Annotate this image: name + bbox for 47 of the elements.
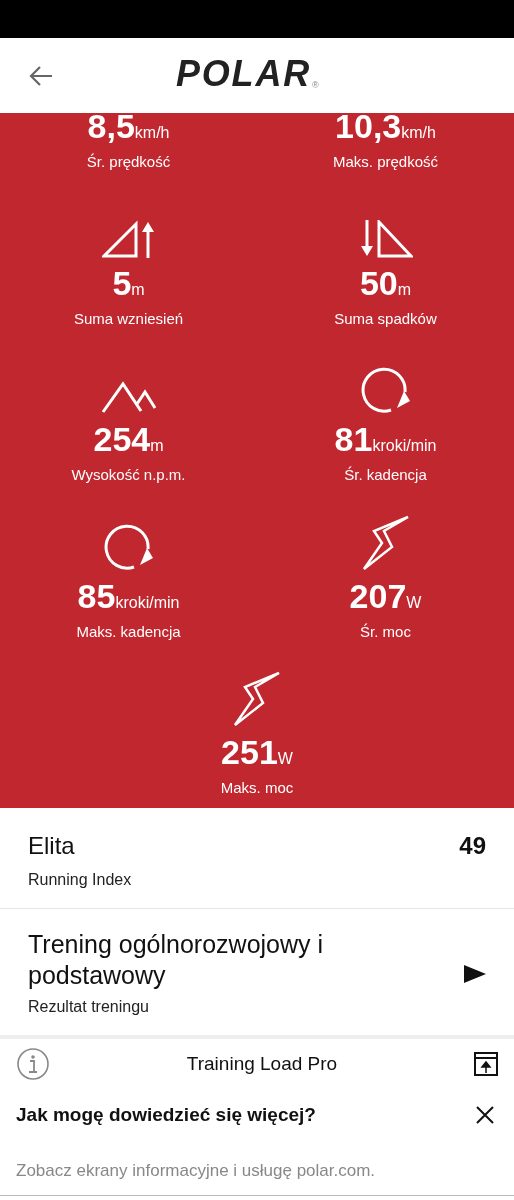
row-value: 49 bbox=[459, 831, 486, 861]
row-subtitle: Running Index bbox=[28, 870, 132, 890]
stat-label: Wysokość n.p.m. bbox=[71, 465, 186, 485]
stat-value: 251 bbox=[221, 735, 278, 769]
stat-unit: m bbox=[397, 281, 412, 298]
stat-value: 5 bbox=[112, 265, 132, 300]
row-title: Elita bbox=[28, 831, 76, 861]
stat-value: 8,5 bbox=[87, 113, 135, 143]
card-text: Zobacz ekrany informacyjne i usługę polar.com. bbox=[16, 1160, 376, 1180]
lightning-icon bbox=[361, 514, 410, 571]
upload-icon[interactable] bbox=[474, 1052, 498, 1076]
registered-mark: ® bbox=[312, 78, 319, 92]
mountain-icon bbox=[100, 380, 157, 414]
stat-value: 81 bbox=[334, 422, 373, 456]
stat-label: Suma spadków bbox=[334, 308, 437, 329]
stat-label: Śr. prędkość bbox=[86, 152, 171, 172]
stat-label: Maks. moc bbox=[220, 778, 294, 798]
stat-label: Maks. prędkość bbox=[332, 152, 438, 172]
info-icon[interactable] bbox=[16, 1047, 50, 1081]
stat-value: 85 bbox=[77, 578, 116, 613]
descent-icon bbox=[358, 219, 413, 258]
card-title: Training Load Pro bbox=[186, 1051, 338, 1076]
stat-label: Śr. moc bbox=[360, 621, 411, 642]
stat-unit: m bbox=[150, 438, 164, 454]
ascent-icon bbox=[101, 219, 156, 258]
stat-unit: km/h bbox=[134, 125, 170, 141]
list-row[interactable]: Trening ogólnorozwojowy i podstawowy Rezultat treningu bbox=[0, 909, 514, 1039]
stat-value: 207 bbox=[349, 578, 407, 613]
stat-value: 254 bbox=[93, 422, 151, 456]
stat-label: Śr. kadencja bbox=[344, 465, 427, 485]
stat-unit: kroki/min bbox=[115, 594, 180, 611]
close-button[interactable] bbox=[476, 1106, 494, 1125]
stat-unit: m bbox=[131, 281, 145, 298]
stat-unit: kroki/min bbox=[372, 438, 437, 454]
row-title: Trening ogólnorozwojowy i podstawowy bbox=[28, 929, 325, 991]
play-icon bbox=[464, 965, 486, 983]
stat-label: Suma wzniesień bbox=[73, 308, 184, 329]
logo: POLAR bbox=[176, 56, 311, 92]
stat-value: 50 bbox=[359, 265, 398, 300]
stat-unit: W bbox=[277, 751, 293, 767]
card-question: Jak mogę dowiedzieć się więcej? bbox=[16, 1103, 316, 1127]
row-subtitle: Rezultat treningu bbox=[28, 997, 150, 1017]
lightning-icon bbox=[233, 671, 281, 727]
stat-unit: km/h bbox=[401, 125, 436, 141]
stat-label: Maks. kadencja bbox=[76, 621, 181, 642]
stat-unit: W bbox=[406, 594, 422, 611]
stat-value: 10,3 bbox=[335, 113, 402, 143]
